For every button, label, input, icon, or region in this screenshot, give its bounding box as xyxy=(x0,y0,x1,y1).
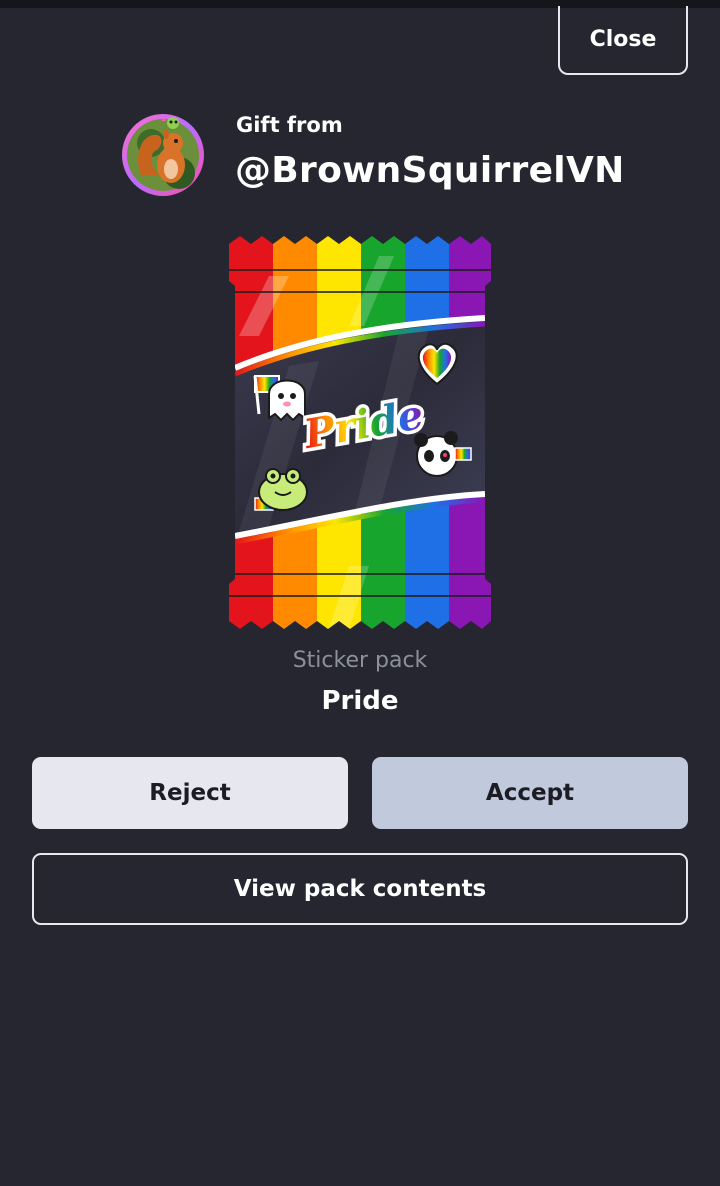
sticker-pack-wrapper: Pride Pride xyxy=(229,236,491,629)
sticker-pack-image: Pride Pride xyxy=(229,236,491,629)
pack-type-label: Sticker pack xyxy=(292,648,428,673)
gift-from-label: Gift from xyxy=(236,113,343,137)
sender-username: @BrownSquirrelVN xyxy=(235,150,625,191)
sender-avatar xyxy=(121,113,205,197)
gift-screen: Close Gift from @BrownSquirrelVN Pride P… xyxy=(0,0,720,1186)
pack-name: Pride xyxy=(321,686,399,716)
close-button[interactable]: Close xyxy=(558,6,688,75)
reject-button[interactable]: Reject xyxy=(32,757,348,829)
view-pack-contents-button[interactable]: View pack contents xyxy=(32,853,688,925)
squirrel-avatar-icon xyxy=(122,114,204,196)
accept-button[interactable]: Accept xyxy=(372,757,688,829)
